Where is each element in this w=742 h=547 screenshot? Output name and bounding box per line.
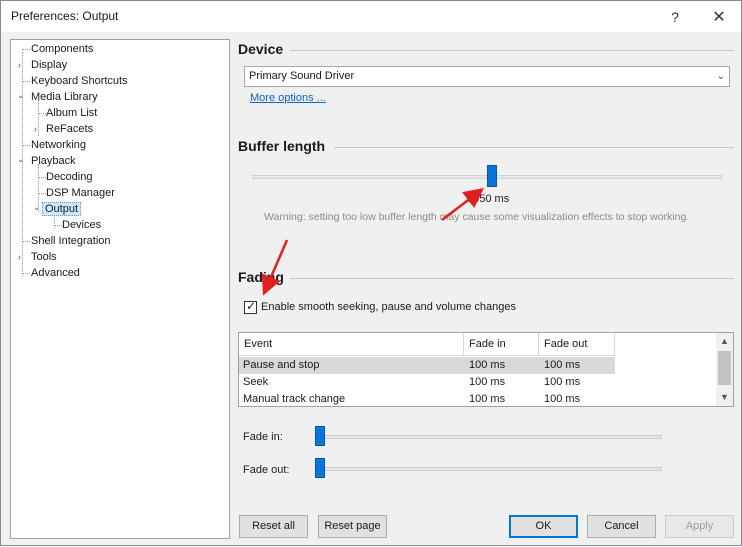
close-button[interactable]: ✕: [697, 1, 741, 32]
output-device-select[interactable]: Primary Sound Driver ⌄: [244, 66, 730, 87]
smooth-seeking-checkbox[interactable]: ✓: [244, 299, 257, 314]
collapse-icon[interactable]: ⌄: [33, 199, 41, 215]
buffer-warning-text: Warning: setting too low buffer length m…: [264, 211, 690, 223]
scroll-down-icon[interactable]: ▼: [716, 389, 733, 406]
more-options-link[interactable]: More options ...: [250, 92, 326, 104]
table-row[interactable]: Manual track change 100 ms 100 ms: [239, 391, 615, 406]
event-cell: Pause and stop: [243, 359, 320, 371]
section-divider: [290, 50, 734, 51]
tree-item-label: Components: [31, 43, 94, 55]
tree-item-label: Shell Integration: [31, 235, 111, 247]
tree-item-label: DSP Manager: [46, 187, 115, 199]
fade-in-label: Fade in:: [243, 431, 283, 443]
fade-out-cell: 100 ms: [544, 359, 581, 371]
section-divider: [290, 278, 734, 279]
fade-out-label: Fade out:: [243, 464, 290, 476]
reset-all-button[interactable]: Reset all: [239, 515, 308, 538]
tree-item-label: Keyboard Shortcuts: [31, 75, 128, 87]
apply-button[interactable]: Apply: [665, 515, 734, 538]
tree-item-label: Devices: [62, 219, 102, 231]
tree-item-output[interactable]: Output: [42, 201, 82, 217]
buffer-length-heading: Buffer length: [238, 138, 326, 154]
ok-button[interactable]: OK: [509, 515, 578, 538]
table-row[interactable]: Seek 100 ms 100 ms: [239, 374, 615, 391]
help-icon: ?: [671, 8, 679, 25]
device-heading: Device: [238, 41, 284, 57]
tree-item-album-list[interactable]: Album List: [44, 105, 99, 121]
column-header-fade-out[interactable]: Fade out: [539, 333, 615, 356]
window-title: Preferences: Output: [11, 9, 119, 23]
section-divider: [334, 147, 734, 148]
expand-icon[interactable]: ›: [18, 249, 21, 265]
scroll-up-icon[interactable]: ▲: [716, 333, 733, 350]
tree-item-label: Album List: [46, 107, 98, 119]
reset-page-button[interactable]: Reset page: [318, 515, 387, 538]
tree-item-tools[interactable]: Tools: [29, 249, 59, 265]
table-scrollbar[interactable]: ▲ ▼: [716, 333, 733, 406]
fade-in-cell: 100 ms: [469, 393, 506, 405]
column-header-fade-in[interactable]: Fade in: [464, 333, 539, 356]
selected-device: Primary Sound Driver: [249, 70, 355, 82]
fade-in-slider[interactable]: [315, 426, 325, 446]
tree-item-label: Output: [42, 202, 82, 216]
tree-item-label: Display: [31, 59, 68, 71]
chevron-down-icon: ⌄: [716, 71, 725, 82]
tree-item-playback[interactable]: Playback: [29, 153, 78, 169]
tree-item-label: Media Library: [31, 91, 98, 103]
tree-item-keyboard-shortcuts[interactable]: Keyboard Shortcuts: [29, 73, 130, 89]
tree-item-label: Playback: [31, 155, 76, 167]
scrollbar-thumb[interactable]: [718, 351, 731, 385]
tree-item-advanced[interactable]: Advanced: [29, 265, 82, 281]
fade-in-cell: 100 ms: [469, 359, 506, 371]
fade-out-cell: 100 ms: [544, 393, 581, 405]
tree-item-label: Decoding: [46, 171, 93, 183]
help-button[interactable]: ?: [653, 1, 697, 32]
fading-heading: Fading: [238, 269, 284, 285]
tree-item-refacets[interactable]: ReFacets: [44, 121, 95, 137]
close-icon: ✕: [712, 8, 726, 26]
tree-item-label: Tools: [31, 251, 57, 263]
tree-item-label: Networking: [31, 139, 87, 151]
table-row[interactable]: Pause and stop 100 ms 100 ms: [239, 357, 615, 374]
expand-icon[interactable]: ›: [34, 121, 37, 137]
tree-item-shell-integration[interactable]: Shell Integration: [29, 233, 113, 249]
fade-out-slider[interactable]: [315, 458, 325, 478]
column-header-event[interactable]: Event: [239, 333, 464, 356]
title-bar: Preferences: Output ? ✕: [1, 1, 741, 32]
tree-item-decoding[interactable]: Decoding: [44, 169, 94, 185]
tree-item-label: ReFacets: [46, 123, 94, 135]
fade-out-cell: 100 ms: [544, 376, 581, 388]
smooth-seeking-label: Enable smooth seeking, pause and volume …: [261, 301, 517, 313]
output-settings-panel: Device Primary Sound Driver ⌄ More optio…: [230, 33, 741, 545]
preferences-tree[interactable]: Components › Display Keyboard Shortcuts …: [10, 39, 230, 539]
tree-item-networking[interactable]: Networking: [29, 137, 88, 153]
expand-icon[interactable]: ›: [18, 57, 21, 73]
fade-in-cell: 100 ms: [469, 376, 506, 388]
collapse-icon[interactable]: ⌄: [17, 151, 25, 167]
event-cell: Manual track change: [243, 393, 346, 405]
tree-item-media-library[interactable]: Media Library: [29, 89, 100, 105]
buffer-length-slider[interactable]: [487, 165, 497, 187]
tree-item-display[interactable]: Display: [29, 57, 69, 73]
tree-connector: [38, 100, 39, 136]
buffer-length-value: 3450 ms: [467, 193, 510, 205]
fade-out-track[interactable]: [318, 467, 662, 471]
fade-in-track[interactable]: [318, 435, 662, 439]
event-cell: Seek: [243, 376, 269, 388]
preferences-window: Preferences: Output ? ✕ Components › Dis…: [0, 0, 742, 546]
checkmark-icon: ✓: [246, 299, 257, 313]
cancel-button[interactable]: Cancel: [587, 515, 656, 538]
collapse-icon[interactable]: ⌄: [17, 87, 25, 103]
tree-item-devices[interactable]: Devices: [60, 217, 103, 233]
fade-events-table: Event Fade in Fade out Pause and stop 10…: [238, 332, 734, 407]
tree-item-dsp-manager[interactable]: DSP Manager: [44, 185, 117, 201]
tree-item-label: Advanced: [31, 267, 80, 279]
tree-item-components[interactable]: Components: [29, 41, 95, 57]
